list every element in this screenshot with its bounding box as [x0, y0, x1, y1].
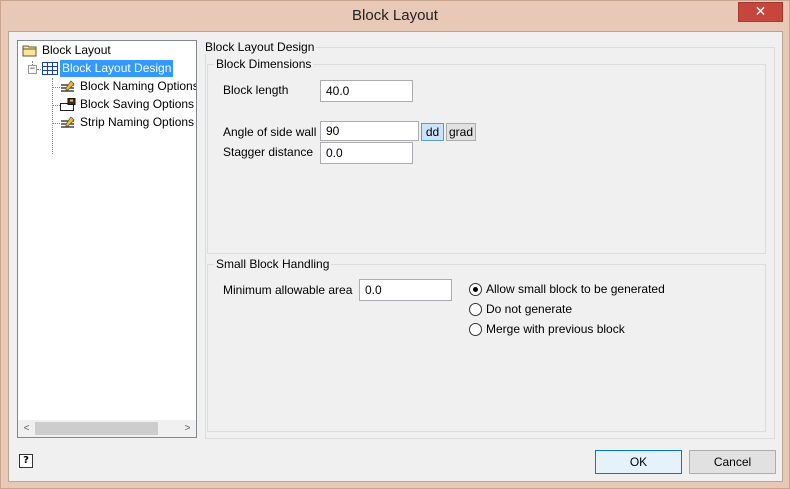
tree-connector	[52, 78, 53, 154]
folder-icon	[22, 45, 37, 57]
radio-button-icon[interactable]	[469, 283, 482, 296]
radio-button-icon[interactable]	[469, 303, 482, 316]
dialog-window: Block Layout ✕ Block Layout − Block Layo…	[0, 0, 790, 489]
block-dimensions-title: Block Dimensions	[214, 57, 314, 71]
tree-item-label: Block Layout Design	[60, 60, 174, 77]
scroll-right-icon[interactable]: >	[179, 420, 196, 437]
angle-of-side-wall-input[interactable]	[320, 121, 419, 141]
saving-icon	[60, 98, 76, 111]
radio-label: Do not generate	[486, 302, 573, 316]
block-dimensions-group	[207, 64, 766, 254]
naming-icon	[61, 80, 75, 92]
scrollbar-thumb[interactable]	[35, 422, 158, 435]
radio-do-not-generate[interactable]: Do not generate	[469, 301, 689, 319]
stagger-distance-input[interactable]	[320, 142, 413, 164]
tree-item-label: Block Layout	[42, 43, 111, 57]
tree-connector	[52, 123, 60, 124]
grid-icon	[42, 62, 58, 75]
scroll-left-icon[interactable]: <	[18, 420, 35, 437]
help-icon[interactable]: ?	[19, 454, 33, 468]
radio-allow-small-block[interactable]: Allow small block to be generated	[469, 281, 689, 299]
radio-label: Allow small block to be generated	[486, 282, 665, 296]
unit-grad-button[interactable]: grad	[446, 123, 476, 141]
angle-of-side-wall-label: Angle of side wall	[223, 125, 317, 139]
navigation-tree[interactable]: Block Layout − Block Layout Design Block…	[17, 40, 197, 438]
cancel-button[interactable]: Cancel	[689, 450, 776, 474]
tree-item-label: Block Naming Options	[80, 79, 197, 93]
close-button[interactable]: ✕	[738, 2, 783, 22]
small-block-handling-title: Small Block Handling	[214, 257, 332, 271]
unit-dd-button[interactable]: dd	[421, 123, 444, 141]
title-bar[interactable]: Block Layout ✕	[1, 1, 789, 31]
stagger-distance-label: Stagger distance	[223, 145, 314, 159]
dialog-client-area: Block Layout − Block Layout Design Block…	[8, 31, 783, 482]
radio-merge-with-previous[interactable]: Merge with previous block	[469, 321, 689, 339]
window-title: Block Layout	[352, 7, 438, 24]
tree-connector	[52, 105, 60, 106]
tree-item-label: Strip Naming Options	[80, 115, 195, 129]
block-length-input[interactable]	[320, 80, 413, 102]
tree-item-label: Block Saving Options	[80, 97, 195, 111]
minimum-allowable-area-label: Minimum allowable area	[223, 283, 353, 297]
tree-connector	[52, 87, 60, 88]
tree-collapse-toggle[interactable]: −	[28, 65, 37, 74]
ok-button[interactable]: OK	[595, 450, 682, 474]
radio-button-icon[interactable]	[469, 323, 482, 336]
block-layout-design-title: Block Layout Design	[203, 40, 317, 54]
tree-horizontal-scrollbar[interactable]: < >	[18, 420, 196, 437]
minimum-allowable-area-input[interactable]	[359, 279, 452, 301]
radio-label: Merge with previous block	[486, 322, 625, 336]
block-length-label: Block length	[223, 83, 289, 97]
strip-naming-icon	[61, 116, 75, 128]
